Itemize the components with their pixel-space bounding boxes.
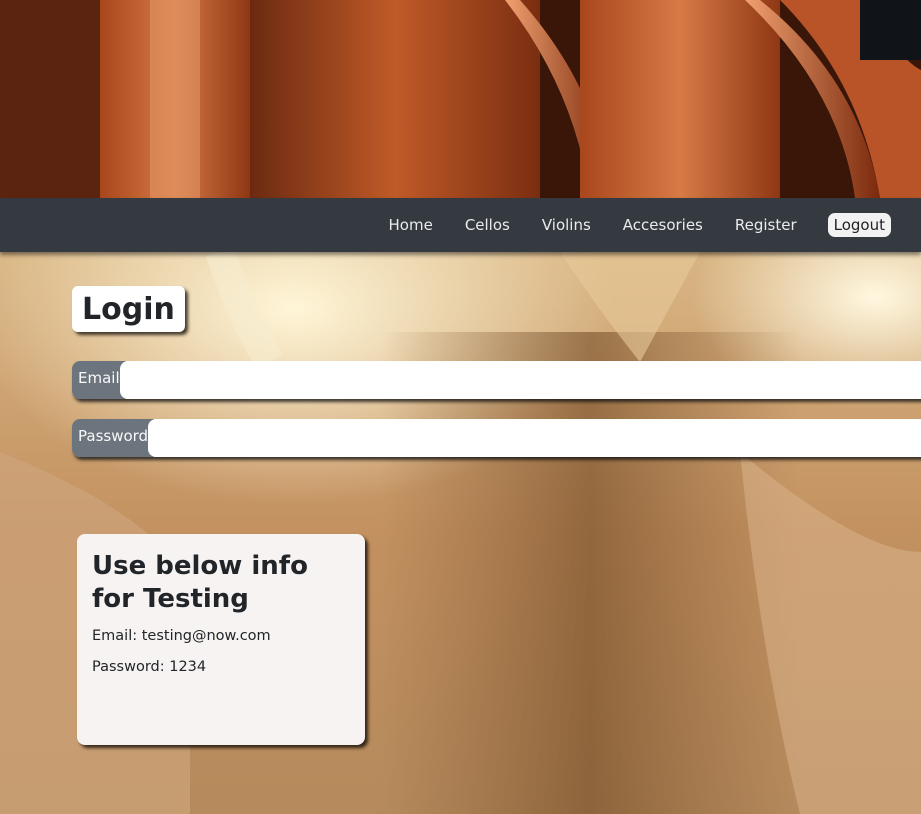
nav-accesories-link[interactable]: Accesories: [623, 216, 703, 234]
navbar: Home Cellos Violins Accesories Register …: [0, 198, 921, 252]
nav-cellos-link[interactable]: Cellos: [465, 216, 510, 234]
email-input-group: Email: [72, 361, 921, 399]
testing-info-title: Use below info for Testing: [92, 551, 308, 614]
nav-register-link[interactable]: Register: [735, 216, 797, 234]
header-banner-image: [0, 0, 921, 198]
password-label: Password: [72, 419, 155, 457]
testing-info-card: Use below info for Testing Email: testin…: [77, 534, 365, 745]
testing-password-text: Password: 1234: [92, 659, 207, 675]
nav-violins-link[interactable]: Violins: [542, 216, 591, 234]
email-label: Email: [72, 361, 126, 399]
nav-logout-button[interactable]: Logout: [827, 213, 891, 237]
password-input-group: Password: [72, 419, 921, 457]
nav-links: Home Cellos Violins Accesories Register …: [389, 198, 891, 252]
testing-email-text: Email: testing@now.com: [92, 628, 271, 644]
password-input[interactable]: [148, 419, 921, 457]
nav-home-link[interactable]: Home: [389, 216, 433, 234]
login-heading: Login: [72, 286, 185, 332]
email-input[interactable]: [119, 361, 921, 399]
